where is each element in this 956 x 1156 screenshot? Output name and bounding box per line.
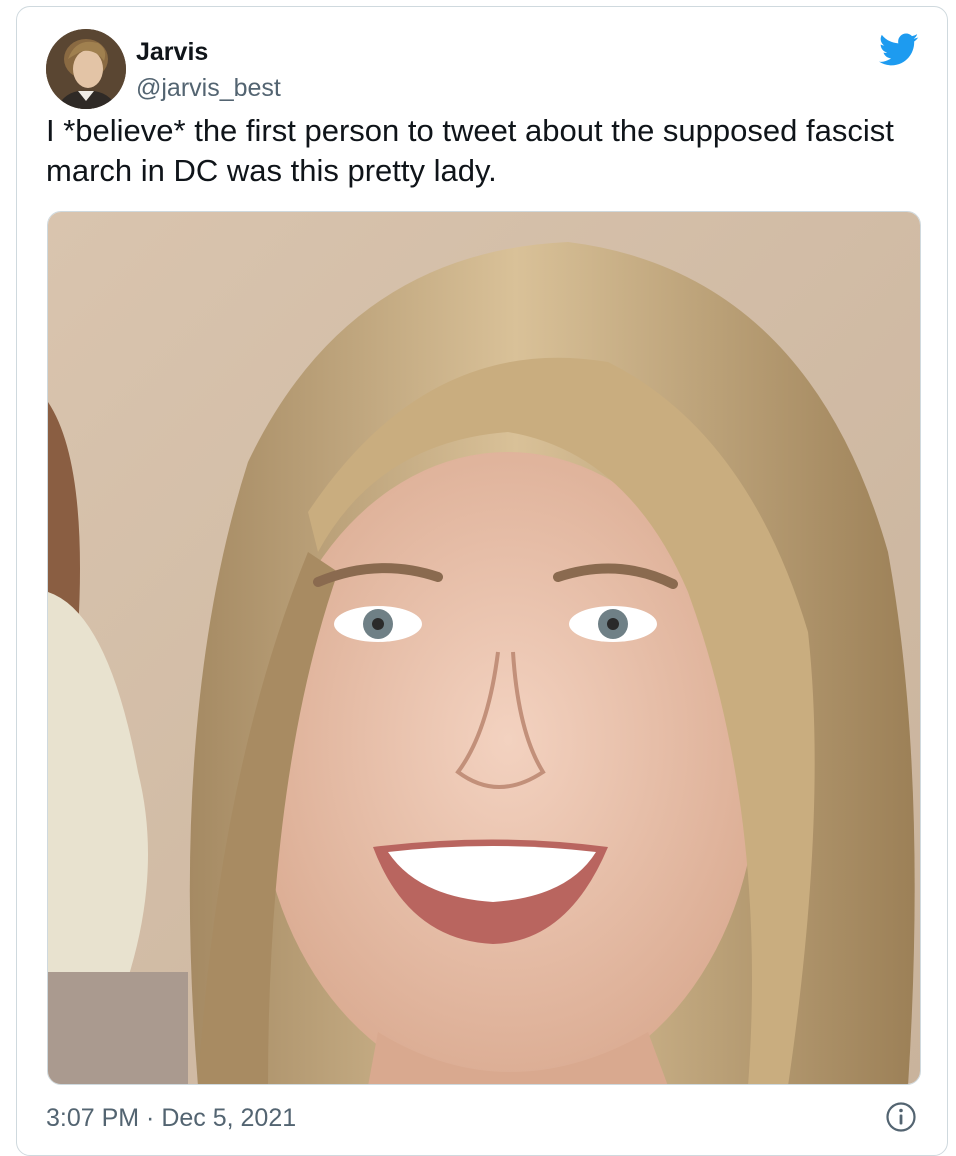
author-handle[interactable]: @jarvis_best bbox=[136, 73, 281, 103]
portrait-photo-icon bbox=[48, 212, 920, 1084]
tweet-text: I *believe* the first person to tweet ab… bbox=[46, 113, 894, 188]
author-display-name[interactable]: Jarvis bbox=[136, 37, 208, 67]
info-icon[interactable] bbox=[885, 1101, 917, 1133]
tweet-timestamp[interactable]: 3:07 PM · Dec 5, 2021 bbox=[46, 1103, 296, 1133]
author-avatar[interactable] bbox=[46, 29, 126, 109]
twitter-bird-icon[interactable] bbox=[879, 33, 919, 67]
avatar-portrait-icon bbox=[46, 29, 126, 109]
tweet-media-photo[interactable] bbox=[47, 211, 921, 1085]
tweet-card[interactable]: Jarvis @jarvis_best I *believe* the firs… bbox=[16, 6, 948, 1156]
